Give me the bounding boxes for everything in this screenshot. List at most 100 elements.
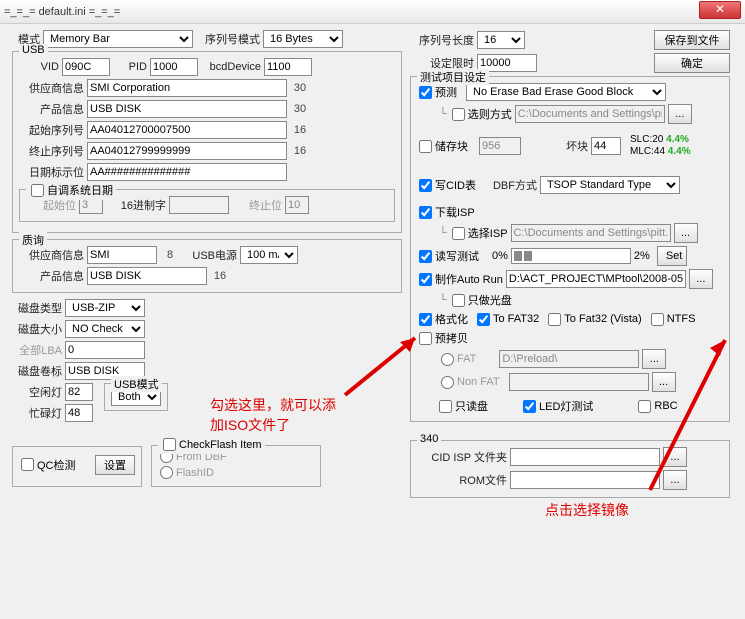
end-sn-input[interactable] bbox=[87, 142, 287, 160]
rom-browse[interactable]: ... bbox=[663, 470, 687, 490]
autorun-check[interactable]: 制作Auto Run bbox=[417, 271, 503, 287]
annotation-2: 点击选择镜像 bbox=[545, 500, 629, 520]
q-product-label: 产品信息 bbox=[19, 268, 84, 284]
precopy-check[interactable]: 预拷贝 bbox=[417, 330, 468, 346]
precopy-browse2[interactable]: ... bbox=[652, 372, 676, 392]
precopy-path2 bbox=[509, 373, 649, 391]
readonly-check[interactable]: 只读盘 bbox=[437, 398, 488, 414]
usb-mode-label: USB模式 bbox=[111, 376, 162, 392]
lba-input[interactable] bbox=[65, 341, 145, 359]
pid-label: PID bbox=[113, 61, 147, 73]
annotation-1: 勾选这里，就可以添 加ISO文件了 bbox=[210, 395, 336, 435]
lba-label: 全部LBA bbox=[12, 342, 62, 358]
mlc-label: MLC:44 bbox=[630, 146, 665, 157]
select-path-browse[interactable]: ... bbox=[668, 104, 692, 124]
start-sn-count: 16 bbox=[290, 124, 310, 136]
ok-button[interactable]: 确定 bbox=[654, 53, 730, 73]
disk-type-select[interactable]: USB-ZIP bbox=[65, 299, 145, 317]
idle-input[interactable] bbox=[65, 383, 93, 401]
q-vendor-count: 8 bbox=[160, 249, 180, 261]
nonfat-radio[interactable]: Non FAT bbox=[439, 376, 500, 389]
bad-input[interactable] bbox=[591, 137, 621, 155]
save-button[interactable]: 保存到文件 bbox=[654, 30, 730, 50]
rom-input[interactable] bbox=[510, 471, 660, 489]
pretest-select[interactable]: No Erase Bad Erase Good Block bbox=[466, 83, 666, 101]
vendor-input[interactable] bbox=[87, 79, 287, 97]
rw-end: 2% bbox=[634, 250, 650, 262]
slc-label: SLC:20 bbox=[630, 134, 663, 145]
fat32v-check[interactable]: To Fat32 (Vista) bbox=[546, 313, 641, 326]
fat32-check[interactable]: To FAT32 bbox=[475, 313, 539, 326]
quality-group: 质询 供应商信息 8 USB电源 100 mA 产品信息 16 bbox=[12, 239, 402, 293]
rw-slider[interactable] bbox=[511, 248, 631, 264]
q-vendor-input[interactable] bbox=[87, 246, 157, 264]
ntfs-check[interactable]: NTFS bbox=[649, 313, 696, 326]
dbf-select[interactable]: TSOP Standard Type bbox=[540, 176, 680, 194]
pretest-check[interactable]: 预测 bbox=[417, 84, 457, 100]
usb-power-label: USB电源 bbox=[183, 247, 237, 263]
checkflash-check[interactable]: CheckFlash Item bbox=[161, 438, 262, 451]
usb-legend: USB bbox=[19, 44, 48, 56]
f340-legend: 340 bbox=[417, 433, 441, 445]
format-check[interactable]: 格式化 bbox=[417, 311, 468, 327]
sn-mode-label: 序列号模式 bbox=[196, 31, 260, 47]
mode-select[interactable]: Memory Bar bbox=[43, 30, 193, 48]
busy-input[interactable] bbox=[65, 404, 93, 422]
vol-label: 磁盘卷标 bbox=[12, 363, 62, 379]
vid-input[interactable] bbox=[62, 58, 110, 76]
hex-input bbox=[169, 196, 229, 214]
vid-label: VID bbox=[19, 61, 59, 73]
precopy-path bbox=[499, 350, 639, 368]
bcd-input[interactable] bbox=[264, 58, 312, 76]
end-sn-count: 16 bbox=[290, 145, 310, 157]
reserve-input bbox=[479, 137, 521, 155]
usb-power-select[interactable]: 100 mA bbox=[240, 246, 298, 264]
disk-type-label: 磁盘类型 bbox=[12, 300, 62, 316]
disk-size-label: 磁盘大小 bbox=[12, 321, 62, 337]
qc-check[interactable]: QC检测 bbox=[19, 457, 76, 473]
sn-len-select[interactable]: 16 bbox=[477, 31, 525, 49]
start-sn-label: 起始序列号 bbox=[19, 122, 84, 138]
q-product-input[interactable] bbox=[87, 267, 207, 285]
only-disc-check[interactable]: 只做光盘 bbox=[450, 292, 512, 308]
cid-browse[interactable]: ... bbox=[663, 447, 687, 467]
precopy-browse1[interactable]: ... bbox=[642, 349, 666, 369]
download-isp-check[interactable]: 下载ISP bbox=[417, 204, 475, 220]
sn-mode-select[interactable]: 16 Bytes bbox=[263, 30, 343, 48]
product-input[interactable] bbox=[87, 100, 287, 118]
rbc-check[interactable]: RBC bbox=[636, 400, 677, 413]
cid-input[interactable] bbox=[510, 448, 660, 466]
rw-test-check[interactable]: 读写测试 bbox=[417, 248, 479, 264]
rw-set-button[interactable]: Set bbox=[657, 246, 687, 266]
fat-radio[interactable]: FAT bbox=[439, 353, 476, 366]
isp-browse[interactable]: ... bbox=[674, 223, 698, 243]
isp-path-input bbox=[511, 224, 671, 242]
autorun-path-input[interactable] bbox=[506, 270, 686, 288]
idle-label: 空闲灯 bbox=[12, 384, 62, 400]
dbf-label: DBF方式 bbox=[487, 177, 537, 193]
window-title: =_=_= default.ini =_=_= bbox=[4, 6, 120, 18]
end-sn-label: 终止序列号 bbox=[19, 143, 84, 159]
usb-group: USB VID PID bcdDevice 供应商信息 30 产品信息 30 起… bbox=[12, 51, 402, 233]
close-button[interactable]: ✕ bbox=[699, 1, 741, 19]
autorun-browse[interactable]: ... bbox=[689, 269, 713, 289]
mlc-pct: 4.4% bbox=[668, 146, 691, 157]
cid-label: CID ISP 文件夹 bbox=[417, 449, 507, 465]
write-cid-check[interactable]: 写CID表 bbox=[417, 177, 476, 193]
test-group: 测试项目设定 预测 No Erase Bad Erase Good Block … bbox=[410, 76, 730, 422]
flashid-radio[interactable]: FlashID bbox=[158, 466, 214, 479]
date-mark-input[interactable] bbox=[87, 163, 287, 181]
pid-input[interactable] bbox=[150, 58, 198, 76]
disk-size-select[interactable]: NO Check bbox=[65, 320, 145, 338]
date-self-check[interactable]: 自调系统日期 bbox=[29, 182, 113, 198]
qc-setup-button[interactable]: 设置 bbox=[95, 455, 135, 475]
f340-group: 340 CID ISP 文件夹 ... ROM文件 ... bbox=[410, 440, 730, 498]
select-isp-check[interactable]: 选择ISP bbox=[450, 225, 508, 241]
start-sn-input[interactable] bbox=[87, 121, 287, 139]
busy-label: 忙碌灯 bbox=[12, 405, 62, 421]
select-mode-check[interactable]: 选则方式 bbox=[450, 106, 512, 122]
led-test-check[interactable]: LED灯测试 bbox=[521, 398, 593, 414]
q-product-count: 16 bbox=[210, 270, 230, 282]
rom-label: ROM文件 bbox=[417, 472, 507, 488]
reserve-check[interactable]: 储存块 bbox=[417, 138, 468, 154]
